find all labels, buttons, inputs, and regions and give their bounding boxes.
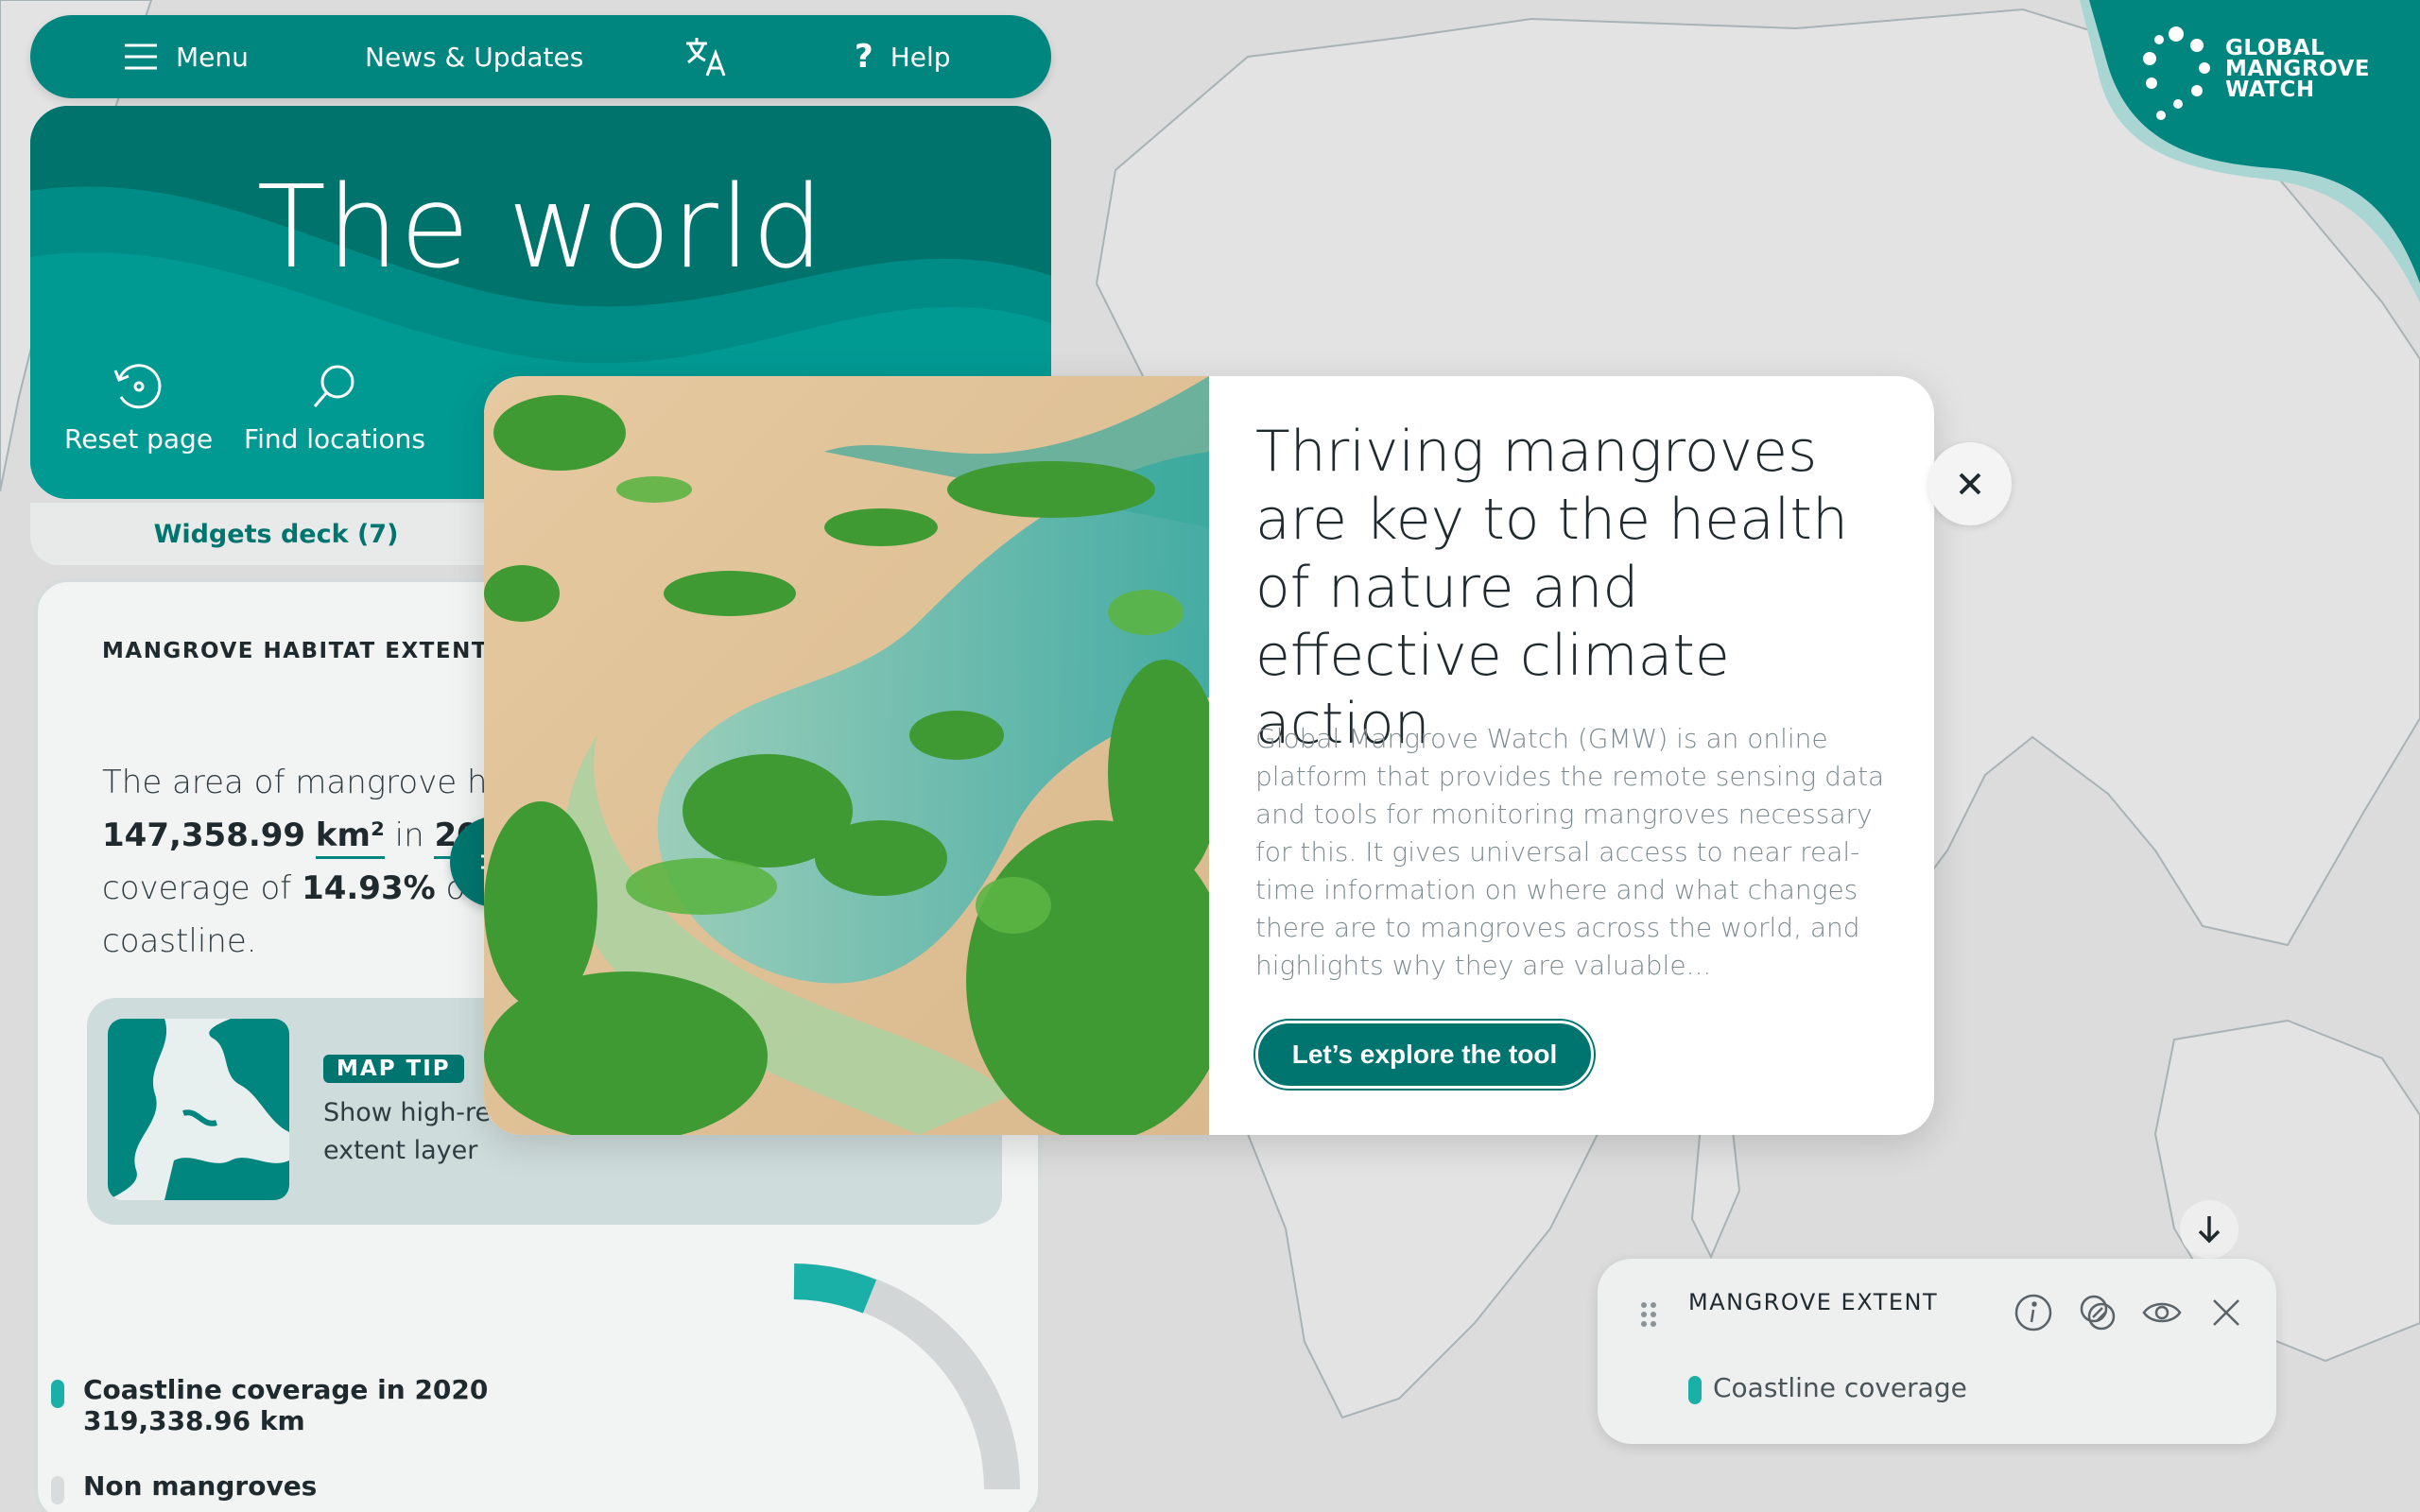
language-button[interactable] bbox=[684, 15, 728, 98]
layer-visibility-button[interactable] bbox=[2142, 1293, 2182, 1332]
help-label: Help bbox=[890, 41, 951, 73]
find-locations-button[interactable]: Find locations bbox=[244, 359, 425, 455]
legend-coastline-value: 319,338.96 km bbox=[83, 1405, 305, 1436]
summary-prefix: The area of mangrove hal bbox=[102, 764, 516, 801]
modal-title: Thriving mangroves are key to the health… bbox=[1255, 419, 1848, 757]
eye-icon bbox=[2142, 1302, 2182, 1323]
welcome-modal: Thriving mangroves are key to the health… bbox=[484, 376, 1934, 1135]
arrow-down-icon bbox=[2198, 1216, 2221, 1244]
logo-text: GLOBAL MANGROVE WATCH bbox=[2225, 36, 2370, 102]
in-word: in bbox=[394, 816, 424, 854]
widgets-deck-label: Widgets deck (7) bbox=[153, 519, 399, 549]
legend-non-mangroves-label: Non mangroves bbox=[83, 1470, 318, 1502]
layer-panel: MANGROVE EXTENT Coastline coverage bbox=[1598, 1259, 2276, 1444]
logo-dots-icon bbox=[2143, 26, 2210, 120]
menu-label: Menu bbox=[176, 41, 249, 73]
modal-close-button[interactable] bbox=[1928, 442, 2012, 525]
widget-title: MANGROVE HABITAT EXTENT bbox=[102, 639, 489, 663]
find-locations-label: Find locations bbox=[244, 423, 425, 455]
page-title: The world bbox=[256, 163, 825, 294]
layer-legend-dot bbox=[1688, 1376, 1702, 1404]
top-nav: Menu News & Updates ? Help bbox=[30, 15, 1051, 98]
reset-page-button[interactable]: Reset page bbox=[64, 359, 213, 455]
legend-non-mangroves: Non mangroves bbox=[51, 1470, 318, 1504]
modal-description: Global Mangrove Watch (GMW) is an online… bbox=[1255, 723, 1885, 981]
layer-actions bbox=[2014, 1293, 2246, 1332]
mangrove-aerial-image bbox=[484, 376, 1209, 1135]
info-icon bbox=[2014, 1294, 2052, 1332]
help-icon: ? bbox=[855, 38, 873, 76]
coverage-prefix: coverage of bbox=[102, 869, 292, 907]
widgets-deck-tab[interactable]: Widgets deck (7) bbox=[30, 503, 522, 565]
close-icon bbox=[1959, 472, 1981, 495]
map-tip-thumbnail bbox=[108, 1019, 289, 1200]
layer-opacity-button[interactable] bbox=[2078, 1293, 2118, 1332]
layer-info-button[interactable] bbox=[2014, 1293, 2053, 1332]
area-value: 147,358.99 bbox=[102, 816, 306, 854]
legend-dot-coastline bbox=[51, 1380, 64, 1408]
legend-coastline-coverage: Coastline coverage in 2020 319,338.96 km bbox=[51, 1374, 489, 1436]
close-icon bbox=[2213, 1299, 2239, 1326]
drag-handle-icon[interactable] bbox=[1639, 1300, 1658, 1329]
layer-legend-label: Coastline coverage bbox=[1713, 1372, 1967, 1403]
opacity-icon bbox=[2080, 1295, 2116, 1331]
area-unit-select[interactable]: km² bbox=[315, 816, 385, 859]
coverage-value: 14.93% bbox=[302, 869, 436, 907]
news-label: News & Updates bbox=[365, 41, 584, 73]
menu-button[interactable]: Menu bbox=[123, 15, 249, 98]
reset-icon bbox=[113, 364, 161, 409]
coastline-coverage-arc bbox=[793, 1263, 877, 1314]
layer-legend: Coastline coverage bbox=[1688, 1372, 1967, 1404]
collapse-layers-button[interactable] bbox=[2180, 1200, 2238, 1259]
legend-dot-non-mangroves bbox=[51, 1476, 64, 1504]
translate-icon bbox=[686, 38, 726, 77]
search-icon bbox=[313, 365, 354, 407]
legend-coastline-label: Coastline coverage in 2020 bbox=[83, 1374, 489, 1405]
map-tip-badge: MAP TIP bbox=[323, 1055, 464, 1083]
explore-tool-button[interactable]: Let’s explore the tool bbox=[1255, 1021, 1594, 1089]
coastline-word: coastline. bbox=[102, 922, 257, 960]
reset-page-label: Reset page bbox=[64, 423, 214, 455]
layer-name: MANGROVE EXTENT bbox=[1688, 1289, 1939, 1315]
hamburger-icon bbox=[125, 43, 157, 70]
coverage-donut-chart bbox=[793, 1263, 1020, 1490]
news-updates-link[interactable]: News & Updates bbox=[365, 15, 583, 98]
help-button[interactable]: ? Help bbox=[855, 15, 951, 98]
layer-remove-button[interactable] bbox=[2206, 1293, 2246, 1332]
